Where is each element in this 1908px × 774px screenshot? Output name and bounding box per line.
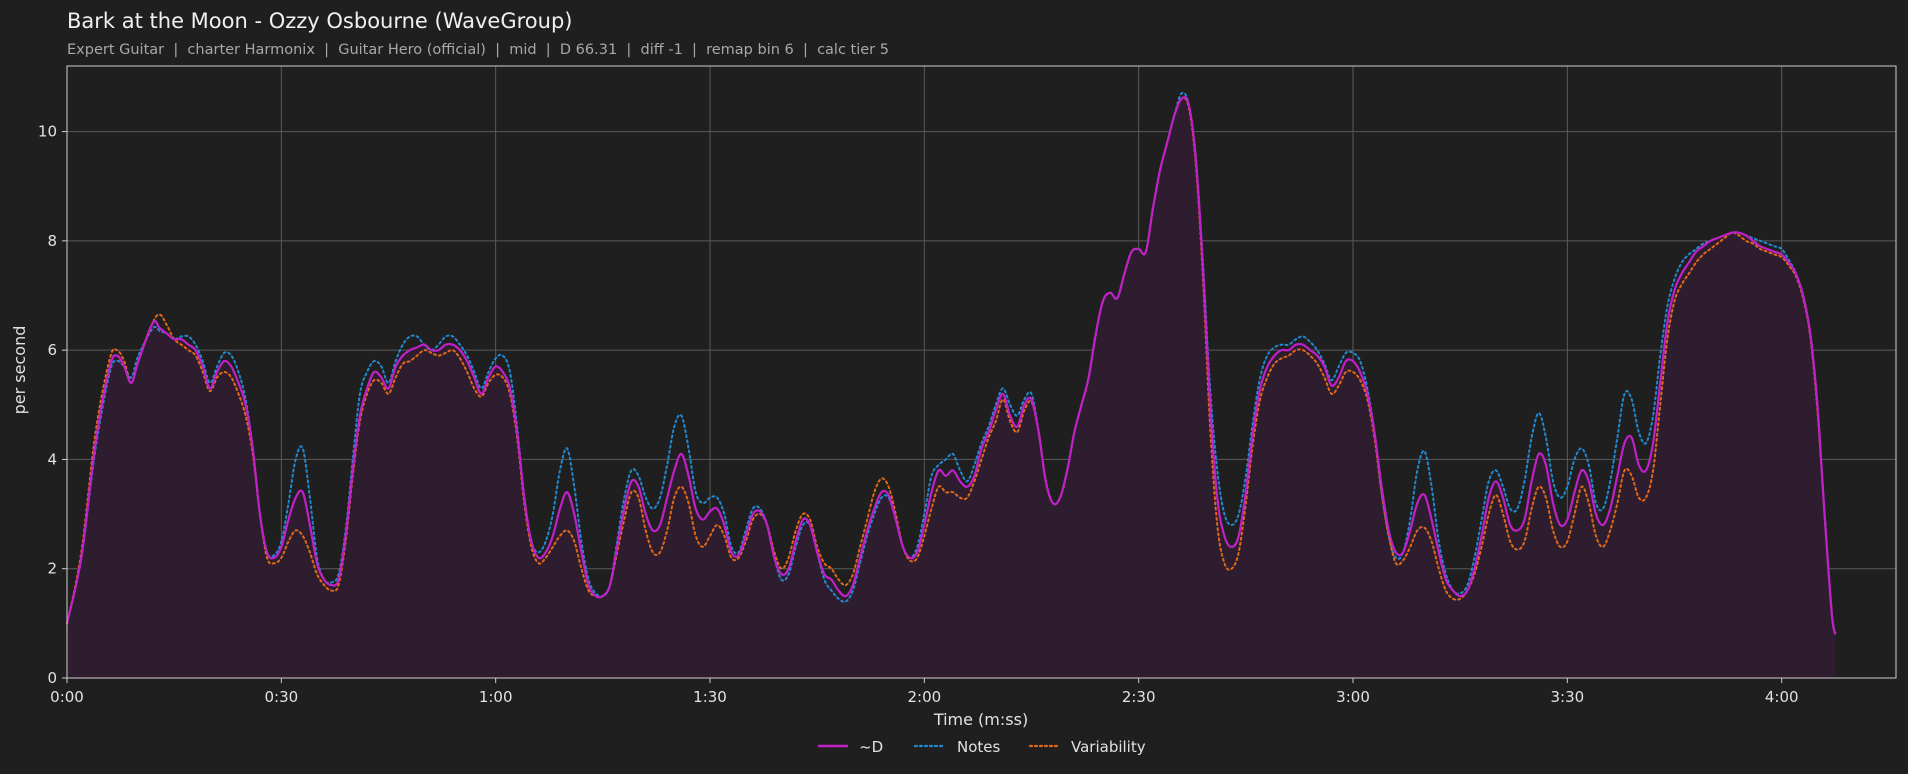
y-tick-label: 4 bbox=[47, 450, 57, 468]
legend-label-variability: Variability bbox=[1071, 738, 1146, 756]
legend: ~D Notes Variability bbox=[818, 738, 1146, 756]
x-tick-label: 4:00 bbox=[1765, 688, 1799, 706]
y-tick-label: 0 bbox=[47, 669, 57, 687]
x-tick-label: 1:30 bbox=[693, 688, 727, 706]
x-tick-label: 2:00 bbox=[908, 688, 942, 706]
y-axis-label: per second bbox=[10, 326, 29, 415]
x-tick-label: 1:00 bbox=[479, 688, 513, 706]
legend-label-d: ~D bbox=[859, 738, 883, 756]
x-axis-label: Time (m:ss) bbox=[933, 710, 1028, 729]
chart: Bark at the Moon - Ozzy Osbourne (WaveGr… bbox=[10, 9, 1897, 756]
legend-label-notes: Notes bbox=[957, 738, 1001, 756]
chart-title: Bark at the Moon - Ozzy Osbourne (WaveGr… bbox=[67, 9, 572, 33]
y-tick-label: 8 bbox=[47, 232, 57, 250]
x-tick-label: 3:30 bbox=[1551, 688, 1585, 706]
x-tick-label: 0:30 bbox=[264, 688, 298, 706]
x-tick-label: 3:00 bbox=[1336, 688, 1370, 706]
y-tick-label: 10 bbox=[38, 123, 57, 141]
y-tick-label: 2 bbox=[47, 560, 57, 578]
x-tick-label: 0:00 bbox=[50, 688, 84, 706]
x-tick-label: 2:30 bbox=[1122, 688, 1156, 706]
chart-subtitle: Expert Guitar | charter Harmonix | Guita… bbox=[67, 42, 889, 58]
y-tick-label: 6 bbox=[47, 341, 57, 359]
y-axis-ticks: 0 2 4 6 8 10 bbox=[38, 123, 67, 687]
x-axis-ticks: 0:00 0:30 1:00 1:30 2:00 2:30 3:00 3:30 4:00 bbox=[50, 678, 1799, 706]
